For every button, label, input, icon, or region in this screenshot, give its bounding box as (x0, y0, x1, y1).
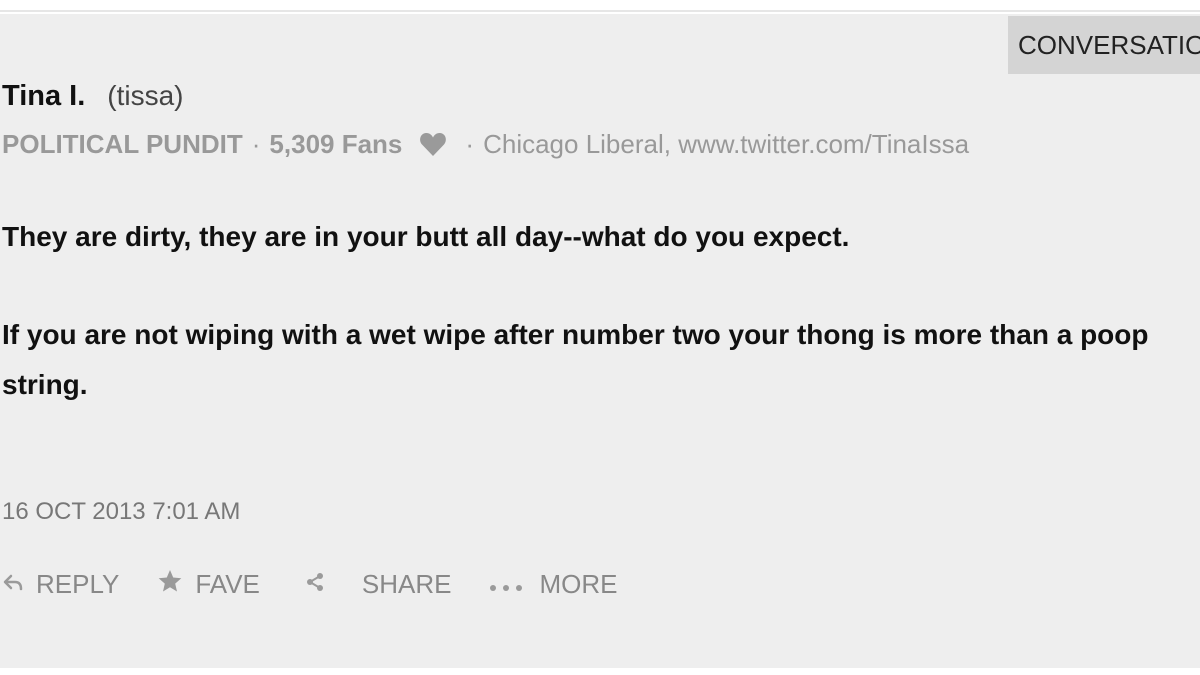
star-icon (157, 568, 183, 601)
meta-separator: · (465, 128, 475, 159)
fave-label: FAVE (195, 568, 260, 599)
fan-count[interactable]: 5,309 Fans (269, 129, 402, 160)
author-name[interactable]: Tina I. (2, 80, 85, 113)
reply-label: REPLY (36, 568, 120, 599)
author-rank: POLITICAL PUNDIT (2, 128, 243, 159)
share-label: SHARE (361, 568, 452, 599)
conversation-tab[interactable]: CONVERSATION (1008, 16, 1200, 74)
comment-timestamp[interactable]: 16 OCT 2013 7:01 AM (2, 498, 240, 526)
top-divider (0, 0, 1200, 12)
author-meta: POLITICAL PUNDIT · 5,309 Fans · Chicago … (2, 126, 969, 162)
fave-button[interactable]: FAVE (157, 568, 260, 601)
comment-paragraph: They are dirty, they are in your butt al… (2, 221, 850, 252)
comment-body: They are dirty, they are in your butt al… (2, 212, 1198, 458)
more-dots-icon (489, 569, 523, 600)
share-button[interactable]: SHARE (304, 568, 452, 600)
share-icon (304, 569, 326, 600)
reply-button[interactable]: REPLY (2, 569, 119, 600)
author-bio: Chicago Liberal, www.twitter.com/TinaIss… (483, 128, 970, 159)
author-handle[interactable]: (tissa) (107, 80, 183, 112)
comment-paragraph: If you are not wiping with a wet wipe af… (2, 319, 1149, 400)
meta-separator: · (251, 128, 261, 159)
author-line: Tina I. (tissa) (2, 80, 184, 116)
more-label: MORE (539, 568, 618, 599)
comment-card: CONVERSATION Tina I. (tissa) POLITICAL P… (0, 14, 1200, 668)
comment-actions: REPLY FAVE SHARE MORE (2, 566, 617, 602)
more-button[interactable]: MORE (489, 569, 617, 600)
reply-arrow-icon (2, 569, 24, 600)
heart-icon[interactable] (418, 129, 448, 159)
